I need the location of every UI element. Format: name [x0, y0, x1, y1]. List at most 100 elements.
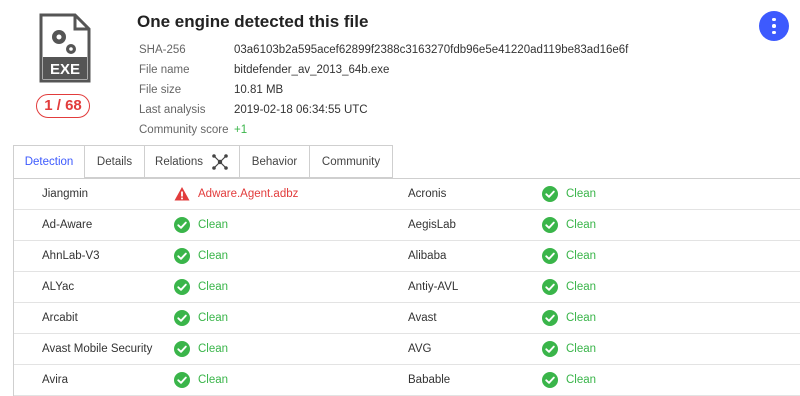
result-label: Clean — [566, 281, 597, 293]
engine-name: Avira — [42, 374, 68, 386]
tab-label: Behavior — [251, 155, 298, 168]
clean-result: Clean — [542, 372, 596, 388]
meta-label: File name — [139, 64, 190, 76]
meta-value: 10.81 MB — [234, 84, 284, 96]
tab-details[interactable]: Details — [85, 145, 145, 178]
meta-label: File size — [139, 84, 182, 96]
meta-value: 2019-02-18 06:34:55 UTC — [234, 104, 368, 116]
clean-result: Clean — [174, 310, 228, 326]
check-circle-icon — [542, 217, 558, 233]
clean-result: Clean — [174, 341, 228, 357]
tab-detection[interactable]: Detection — [13, 145, 85, 178]
engine-name: Ad-Aware — [42, 219, 93, 231]
engine-name: Jiangmin — [42, 188, 89, 200]
check-circle-icon — [174, 248, 190, 264]
engine-name: AVG — [408, 343, 432, 355]
result-label: Clean — [198, 219, 229, 231]
check-circle-icon — [174, 279, 190, 295]
check-circle-icon — [542, 248, 558, 264]
engine-name: Alibaba — [408, 250, 447, 262]
check-circle-icon — [174, 372, 190, 388]
clean-result: Clean — [174, 248, 228, 264]
meta-label: Community score — [139, 124, 229, 136]
detection-row: Ad-Aware Clean AegisLab Clean — [14, 210, 800, 241]
detection-row: ALYac Clean Antiy-AVL Clean — [14, 272, 800, 303]
page-title: One engine detected this file — [137, 12, 369, 31]
result-label: Clean — [198, 343, 229, 355]
clean-result: Clean — [174, 217, 228, 233]
check-circle-icon — [542, 341, 558, 357]
dot-icon — [772, 17, 776, 22]
result-label: Clean — [566, 250, 597, 262]
warning-triangle-icon — [174, 186, 190, 202]
engine-name: Avast Mobile Security — [42, 343, 153, 355]
detection-row: Avast Mobile Security Clean AVG Clean — [14, 334, 800, 365]
engine-name: Babable — [408, 374, 451, 386]
tab-label: Relations — [155, 155, 203, 168]
clean-result: Clean — [174, 279, 228, 295]
engine-name: Avast — [408, 312, 437, 324]
tab-label: Community — [321, 155, 381, 168]
clean-result: Clean — [542, 248, 596, 264]
check-circle-icon — [542, 310, 558, 326]
file-metadata: SHA-256 03a6103b2a595acef62899f2388c3163… — [139, 40, 628, 140]
result-label: Clean — [198, 250, 229, 262]
meta-value: bitdefender_av_2013_64b.exe — [234, 64, 390, 76]
clean-result: Clean — [542, 186, 596, 202]
check-circle-icon — [174, 217, 190, 233]
detection-score-badge: 1 / 68 — [36, 94, 90, 118]
engine-name: Arcabit — [42, 312, 78, 324]
exe-file-icon: EXE — [37, 13, 93, 83]
relations-graph-icon — [212, 153, 228, 170]
tab-community[interactable]: Community — [310, 145, 393, 178]
result-label: Clean — [566, 188, 597, 200]
meta-sha256: SHA-256 03a6103b2a595acef62899f2388c3163… — [139, 40, 628, 60]
dot-icon — [772, 30, 776, 35]
dot-icon — [772, 24, 776, 28]
meta-label: Last analysis — [139, 104, 206, 116]
check-circle-icon — [542, 186, 558, 202]
result-label: Clean — [566, 374, 597, 386]
meta-file-size: File size 10.81 MB — [139, 80, 628, 100]
file-type-label: EXE — [50, 61, 80, 78]
detection-row: AhnLab-V3 Clean Alibaba Clean — [14, 241, 800, 272]
check-circle-icon — [542, 279, 558, 295]
community-score-value: +1 — [234, 124, 248, 136]
clean-result: Clean — [542, 310, 596, 326]
meta-file-name: File name bitdefender_av_2013_64b.exe — [139, 60, 628, 80]
tab-relations[interactable]: Relations — [145, 145, 240, 178]
detection-result[interactable]: Adware.Agent.adbz — [174, 186, 298, 202]
result-label: Clean — [198, 312, 229, 324]
engine-name: AhnLab-V3 — [42, 250, 100, 262]
engine-name: ALYac — [42, 281, 75, 293]
result-label: Clean — [566, 343, 597, 355]
meta-community-score: Community score +1 — [139, 120, 628, 140]
more-options-button[interactable] — [759, 11, 789, 41]
meta-value[interactable]: 03a6103b2a595acef62899f2388c3163270fdb96… — [234, 44, 628, 56]
check-circle-icon — [174, 341, 190, 357]
result-label: Clean — [198, 374, 229, 386]
tab-label: Detection — [24, 156, 74, 168]
result-label: Clean — [566, 219, 597, 231]
check-circle-icon — [542, 372, 558, 388]
result-label: Clean — [566, 312, 597, 324]
detection-row: Jiangmin Adware.Agent.adbz Acronis Clean — [14, 179, 800, 210]
clean-result: Clean — [174, 372, 228, 388]
check-circle-icon — [174, 310, 190, 326]
detection-row: Avira Clean Babable Clean — [14, 365, 800, 396]
result-label: Clean — [198, 281, 229, 293]
tab-label: Details — [96, 155, 133, 168]
meta-last-analysis: Last analysis 2019-02-18 06:34:55 UTC — [139, 100, 628, 120]
detection-row: Arcabit Clean Avast Clean — [14, 303, 800, 334]
clean-result: Clean — [542, 341, 596, 357]
detection-table: Jiangmin Adware.Agent.adbz Acronis Clean Ad-… — [13, 178, 800, 396]
result-label: Adware.Agent.adbz — [198, 188, 299, 200]
meta-label: SHA-256 — [139, 44, 186, 56]
engine-name: Antiy-AVL — [408, 281, 459, 293]
engine-name: Acronis — [408, 188, 447, 200]
tab-bar: Detection Details Relations Behavior Com… — [13, 145, 393, 178]
clean-result: Clean — [542, 279, 596, 295]
tab-behavior[interactable]: Behavior — [240, 145, 310, 178]
engine-name: AegisLab — [408, 219, 456, 231]
clean-result: Clean — [542, 217, 596, 233]
